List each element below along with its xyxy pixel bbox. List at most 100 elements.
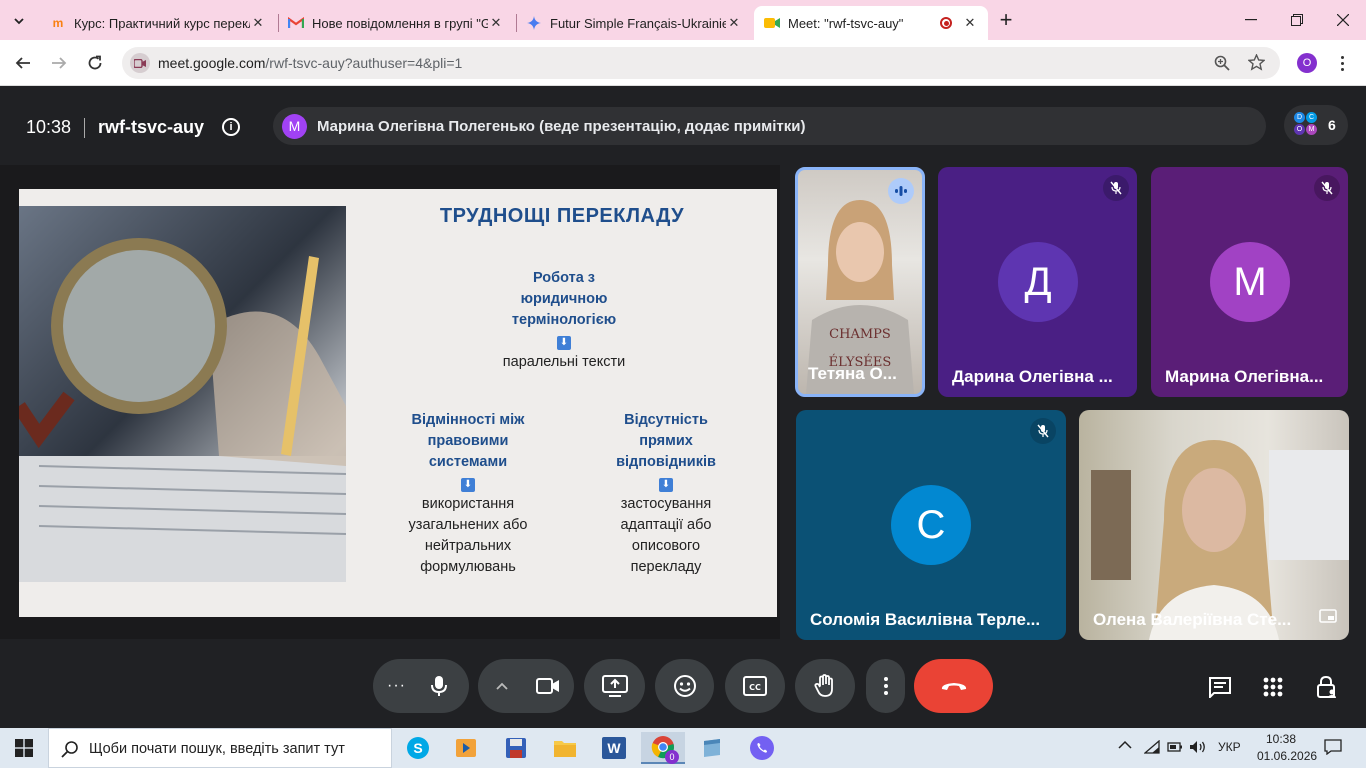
taskbar-skype[interactable]: S (396, 732, 440, 764)
clock-time[interactable]: 10:38 (1266, 732, 1296, 746)
participant-tile-maryna[interactable]: М Марина Олегівна... (1151, 167, 1348, 397)
search-placeholder: Щоби почати пошук, введіть запит тут (89, 741, 345, 757)
forward-button[interactable] (44, 48, 74, 78)
meeting-time: 10:38 (26, 117, 72, 137)
block-body-line: описового (631, 538, 701, 554)
browser-tab-meet[interactable]: Meet: "rwf-tsvc-auy" ✕ (754, 6, 988, 40)
block-body-line: нейтральних (424, 538, 512, 554)
tab-title: Курс: Практичний курс перекл (74, 15, 250, 31)
present-screen-icon (601, 675, 628, 697)
presentation-banner[interactable]: M Марина Олегівна Полегенько (веде презе… (273, 107, 1266, 145)
windows-taskbar: Щоби почати пошук, введіть запит тут S W… (0, 728, 1366, 768)
start-button[interactable] (2, 732, 46, 764)
taskbar-chrome[interactable]: 0 (641, 732, 685, 764)
mic-off-icon (1314, 175, 1340, 201)
address-bar[interactable]: meet.google.com/rwf-tsvc-auy?authuser=4&… (122, 47, 1280, 79)
taskbar-word[interactable]: W (592, 732, 636, 764)
reload-button[interactable] (80, 48, 110, 78)
captions-button[interactable]: CC (725, 659, 785, 713)
participant-avatar: Д (998, 242, 1078, 322)
network-icon[interactable] (1143, 739, 1160, 757)
notifications-icon[interactable] (1324, 739, 1342, 758)
volume-icon[interactable] (1189, 740, 1207, 757)
close-icon[interactable]: ✕ (726, 15, 742, 31)
participant-tile-daryna[interactable]: Д Дарина Олегівна ... (938, 167, 1137, 397)
participant-avatar: С (891, 485, 971, 565)
browser-tab-gmail[interactable]: Нове повідомлення в групі "G ✕ (278, 6, 514, 40)
slide-photo-magnifier (19, 206, 346, 582)
block-heading-line: системами (428, 454, 508, 470)
participants-button[interactable]: D C O M 6 (1284, 105, 1348, 145)
folder-icon (554, 741, 576, 757)
browser-tab-strip: m Курс: Практичний курс перекл ✕ Нове по… (0, 0, 1366, 40)
mini-avatar: O (1294, 124, 1305, 135)
more-options-button[interactable] (866, 659, 905, 713)
restore-icon (1291, 14, 1303, 26)
profile-avatar[interactable]: O (1297, 53, 1317, 73)
clock-date[interactable]: 01.06.2026 (1257, 749, 1317, 763)
block-body-line: адаптації або (620, 517, 712, 533)
close-icon[interactable]: ✕ (250, 15, 266, 31)
svg-text:CC: CC (749, 683, 761, 692)
chat-icon (1209, 677, 1231, 698)
presentation-slide: ТРУДНОЩІ ПЕРЕКЛАДУ Робота з юридичною те… (19, 189, 777, 617)
taskbar-app-window[interactable] (690, 732, 734, 764)
close-window-button[interactable] (1320, 0, 1366, 40)
kebab-icon (883, 677, 888, 695)
present-now-button[interactable] (584, 659, 645, 713)
arrow-down-icon: ⬇ (557, 336, 571, 350)
taskbar-file-explorer[interactable] (543, 732, 587, 764)
participant-tile-olena[interactable]: Олена Валеріївна Сте... (1079, 410, 1349, 640)
taskbar-search-box[interactable]: Щоби почати пошук, введіть запит тут (48, 728, 392, 768)
participant-name: Соломія Василівна Терле... (810, 610, 1041, 629)
recording-icon (940, 17, 952, 29)
more-audio-options-button[interactable]: ··· (373, 659, 469, 713)
host-controls-button[interactable] (1307, 667, 1347, 707)
tab-search-dropdown[interactable] (8, 10, 30, 32)
site-info-icon[interactable] (130, 53, 150, 73)
back-button[interactable] (8, 48, 38, 78)
apps-grid-icon (1263, 677, 1283, 697)
svg-text:CHAMPS: CHAMPS (829, 327, 891, 342)
pip-icon[interactable] (1319, 609, 1337, 628)
slide-title: ТРУДНОЩІ ПЕРЕКЛАДУ (439, 205, 685, 227)
zoom-icon[interactable] (1214, 55, 1230, 76)
browser-tab-gemini[interactable]: Futur Simple Français-Ukrainien ✕ (516, 6, 752, 40)
leave-call-button[interactable] (914, 659, 993, 713)
participant-name: Марина Олегівна... (1165, 367, 1324, 386)
close-icon[interactable]: ✕ (488, 15, 504, 31)
battery-icon[interactable] (1167, 741, 1183, 756)
floppy-disk-icon (506, 738, 526, 758)
block-heading-line: юридичною (520, 291, 608, 307)
minimize-button[interactable] (1228, 0, 1274, 40)
presenter-avatar: M (282, 114, 307, 139)
word-icon: W (602, 737, 626, 759)
close-icon[interactable]: ✕ (962, 15, 978, 31)
video-options-button[interactable] (478, 659, 574, 713)
tray-chevron-up-icon[interactable] (1118, 739, 1132, 753)
participant-name: Тетяна О... (808, 364, 897, 383)
block-heading-line: правовими (427, 433, 509, 449)
participant-name: Дарина Олегівна ... (952, 367, 1113, 386)
participant-tile-tetiana[interactable]: CHAMPS ÉLYSÉES Тетяна О... (795, 167, 925, 397)
participant-tile-solomiia[interactable]: С Соломія Василівна Терле... (796, 410, 1066, 640)
browser-tab-course[interactable]: m Курс: Практичний курс перекл ✕ (40, 6, 276, 40)
browser-menu-button[interactable] (1334, 53, 1350, 73)
restore-button[interactable] (1274, 0, 1320, 40)
activities-button[interactable] (1253, 667, 1293, 707)
emoji-icon (673, 675, 696, 697)
new-tab-button[interactable]: + (994, 8, 1018, 32)
reactions-button[interactable] (655, 659, 714, 713)
arrow-down-icon: ⬇ (461, 478, 475, 492)
taskbar-media-player[interactable] (444, 732, 488, 764)
chat-button[interactable] (1200, 667, 1240, 707)
meeting-info-icon[interactable]: i (222, 118, 240, 136)
url-path: /rwf-tsvc-auy?authuser=4&pli=1 (265, 55, 463, 71)
raise-hand-button[interactable] (795, 659, 855, 713)
taskbar-save-app[interactable] (494, 732, 538, 764)
block-body-line: паралельні тексти (502, 354, 626, 370)
taskbar-viber[interactable] (740, 732, 784, 764)
input-language[interactable]: УКР (1218, 740, 1241, 754)
bookmark-star-icon[interactable] (1247, 53, 1266, 76)
chevron-up-icon (496, 682, 508, 690)
